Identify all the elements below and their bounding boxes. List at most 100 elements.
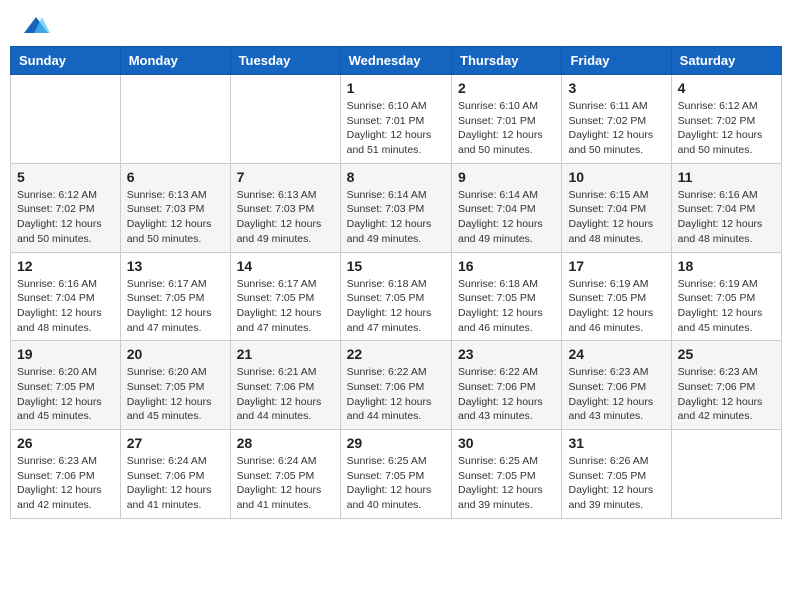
day-info: Sunrise: 6:20 AM Sunset: 7:05 PM Dayligh… xyxy=(127,365,224,424)
day-number: 28 xyxy=(237,435,334,451)
day-info: Sunrise: 6:20 AM Sunset: 7:05 PM Dayligh… xyxy=(17,365,114,424)
day-number: 31 xyxy=(568,435,664,451)
day-info: Sunrise: 6:15 AM Sunset: 7:04 PM Dayligh… xyxy=(568,188,664,247)
calendar-cell xyxy=(671,430,781,519)
calendar-cell: 16 Sunrise: 6:18 AM Sunset: 7:05 PM Dayli… xyxy=(452,252,562,341)
calendar-header-saturday: Saturday xyxy=(671,47,781,75)
day-info: Sunrise: 6:14 AM Sunset: 7:04 PM Dayligh… xyxy=(458,188,555,247)
day-info: Sunrise: 6:10 AM Sunset: 7:01 PM Dayligh… xyxy=(458,99,555,158)
calendar-cell: 10 Sunrise: 6:15 AM Sunset: 7:04 PM Dayli… xyxy=(562,163,671,252)
calendar-cell: 30 Sunrise: 6:25 AM Sunset: 7:05 PM Dayli… xyxy=(452,430,562,519)
day-info: Sunrise: 6:12 AM Sunset: 7:02 PM Dayligh… xyxy=(17,188,114,247)
calendar-cell: 13 Sunrise: 6:17 AM Sunset: 7:05 PM Dayli… xyxy=(120,252,230,341)
day-number: 5 xyxy=(17,169,114,185)
day-info: Sunrise: 6:10 AM Sunset: 7:01 PM Dayligh… xyxy=(347,99,445,158)
logo xyxy=(20,15,52,31)
day-number: 26 xyxy=(17,435,114,451)
day-number: 10 xyxy=(568,169,664,185)
day-number: 3 xyxy=(568,80,664,96)
calendar-cell: 18 Sunrise: 6:19 AM Sunset: 7:05 PM Dayli… xyxy=(671,252,781,341)
day-number: 24 xyxy=(568,346,664,362)
day-number: 8 xyxy=(347,169,445,185)
calendar-week-3: 19 Sunrise: 6:20 AM Sunset: 7:05 PM Dayli… xyxy=(11,341,782,430)
day-number: 11 xyxy=(678,169,775,185)
calendar-cell: 19 Sunrise: 6:20 AM Sunset: 7:05 PM Dayli… xyxy=(11,341,121,430)
day-info: Sunrise: 6:24 AM Sunset: 7:05 PM Dayligh… xyxy=(237,454,334,513)
day-number: 6 xyxy=(127,169,224,185)
day-info: Sunrise: 6:13 AM Sunset: 7:03 PM Dayligh… xyxy=(237,188,334,247)
day-number: 19 xyxy=(17,346,114,362)
calendar-cell: 14 Sunrise: 6:17 AM Sunset: 7:05 PM Dayli… xyxy=(230,252,340,341)
day-info: Sunrise: 6:23 AM Sunset: 7:06 PM Dayligh… xyxy=(678,365,775,424)
day-info: Sunrise: 6:18 AM Sunset: 7:05 PM Dayligh… xyxy=(458,277,555,336)
day-info: Sunrise: 6:17 AM Sunset: 7:05 PM Dayligh… xyxy=(127,277,224,336)
calendar-cell: 23 Sunrise: 6:22 AM Sunset: 7:06 PM Dayli… xyxy=(452,341,562,430)
day-number: 30 xyxy=(458,435,555,451)
day-number: 4 xyxy=(678,80,775,96)
calendar-cell: 2Sunrise: 6:10 AM Sunset: 7:01 PM Daylig… xyxy=(452,75,562,164)
calendar-header-thursday: Thursday xyxy=(452,47,562,75)
day-info: Sunrise: 6:26 AM Sunset: 7:05 PM Dayligh… xyxy=(568,454,664,513)
day-info: Sunrise: 6:25 AM Sunset: 7:05 PM Dayligh… xyxy=(347,454,445,513)
calendar-cell: 27Sunrise: 6:24 AM Sunset: 7:06 PM Dayli… xyxy=(120,430,230,519)
calendar-cell: 15Sunrise: 6:18 AM Sunset: 7:05 PM Dayli… xyxy=(340,252,451,341)
day-info: Sunrise: 6:25 AM Sunset: 7:05 PM Dayligh… xyxy=(458,454,555,513)
calendar-cell: 21 Sunrise: 6:21 AM Sunset: 7:06 PM Dayli… xyxy=(230,341,340,430)
calendar-cell: 28 Sunrise: 6:24 AM Sunset: 7:05 PM Dayli… xyxy=(230,430,340,519)
calendar-cell: 25 Sunrise: 6:23 AM Sunset: 7:06 PM Dayli… xyxy=(671,341,781,430)
calendar-cell: 20 Sunrise: 6:20 AM Sunset: 7:05 PM Dayli… xyxy=(120,341,230,430)
day-info: Sunrise: 6:19 AM Sunset: 7:05 PM Dayligh… xyxy=(568,277,664,336)
day-number: 21 xyxy=(237,346,334,362)
day-number: 25 xyxy=(678,346,775,362)
day-number: 20 xyxy=(127,346,224,362)
day-number: 7 xyxy=(237,169,334,185)
day-number: 18 xyxy=(678,258,775,274)
day-info: Sunrise: 6:22 AM Sunset: 7:06 PM Dayligh… xyxy=(458,365,555,424)
calendar-header-row: SundayMondayTuesdayWednesdayThursdayFrid… xyxy=(11,47,782,75)
day-info: Sunrise: 6:23 AM Sunset: 7:06 PM Dayligh… xyxy=(568,365,664,424)
calendar-header-wednesday: Wednesday xyxy=(340,47,451,75)
calendar-cell xyxy=(11,75,121,164)
calendar-cell: 8Sunrise: 6:14 AM Sunset: 7:03 PM Daylig… xyxy=(340,163,451,252)
calendar-cell: 4 Sunrise: 6:12 AM Sunset: 7:02 PM Daylig… xyxy=(671,75,781,164)
calendar-cell: 6 Sunrise: 6:13 AM Sunset: 7:03 PM Daylig… xyxy=(120,163,230,252)
calendar-week-0: 1 Sunrise: 6:10 AM Sunset: 7:01 PM Daylig… xyxy=(11,75,782,164)
calendar-header-tuesday: Tuesday xyxy=(230,47,340,75)
page-header xyxy=(10,10,782,36)
day-info: Sunrise: 6:19 AM Sunset: 7:05 PM Dayligh… xyxy=(678,277,775,336)
day-info: Sunrise: 6:12 AM Sunset: 7:02 PM Dayligh… xyxy=(678,99,775,158)
calendar-cell xyxy=(120,75,230,164)
calendar-cell: 12 Sunrise: 6:16 AM Sunset: 7:04 PM Dayli… xyxy=(11,252,121,341)
calendar-cell: 31 Sunrise: 6:26 AM Sunset: 7:05 PM Dayli… xyxy=(562,430,671,519)
day-info: Sunrise: 6:16 AM Sunset: 7:04 PM Dayligh… xyxy=(17,277,114,336)
day-info: Sunrise: 6:17 AM Sunset: 7:05 PM Dayligh… xyxy=(237,277,334,336)
day-number: 12 xyxy=(17,258,114,274)
day-number: 17 xyxy=(568,258,664,274)
calendar-cell: 29 Sunrise: 6:25 AM Sunset: 7:05 PM Dayli… xyxy=(340,430,451,519)
logo-icon xyxy=(22,15,50,37)
calendar-cell: 17 Sunrise: 6:19 AM Sunset: 7:05 PM Dayli… xyxy=(562,252,671,341)
day-info: Sunrise: 6:13 AM Sunset: 7:03 PM Dayligh… xyxy=(127,188,224,247)
day-number: 22 xyxy=(347,346,445,362)
day-info: Sunrise: 6:22 AM Sunset: 7:06 PM Dayligh… xyxy=(347,365,445,424)
day-number: 1 xyxy=(347,80,445,96)
day-number: 27 xyxy=(127,435,224,451)
calendar-week-2: 12 Sunrise: 6:16 AM Sunset: 7:04 PM Dayli… xyxy=(11,252,782,341)
calendar-cell: 3Sunrise: 6:11 AM Sunset: 7:02 PM Daylig… xyxy=(562,75,671,164)
day-info: Sunrise: 6:16 AM Sunset: 7:04 PM Dayligh… xyxy=(678,188,775,247)
day-number: 29 xyxy=(347,435,445,451)
day-number: 23 xyxy=(458,346,555,362)
calendar-table: SundayMondayTuesdayWednesdayThursdayFrid… xyxy=(10,46,782,519)
day-info: Sunrise: 6:23 AM Sunset: 7:06 PM Dayligh… xyxy=(17,454,114,513)
day-number: 13 xyxy=(127,258,224,274)
day-number: 14 xyxy=(237,258,334,274)
calendar-header-sunday: Sunday xyxy=(11,47,121,75)
day-number: 9 xyxy=(458,169,555,185)
calendar-cell: 11 Sunrise: 6:16 AM Sunset: 7:04 PM Dayli… xyxy=(671,163,781,252)
calendar-cell xyxy=(230,75,340,164)
day-info: Sunrise: 6:21 AM Sunset: 7:06 PM Dayligh… xyxy=(237,365,334,424)
calendar-cell: 22 Sunrise: 6:22 AM Sunset: 7:06 PM Dayli… xyxy=(340,341,451,430)
calendar-week-4: 26 Sunrise: 6:23 AM Sunset: 7:06 PM Dayli… xyxy=(11,430,782,519)
calendar-cell: 5 Sunrise: 6:12 AM Sunset: 7:02 PM Daylig… xyxy=(11,163,121,252)
day-number: 16 xyxy=(458,258,555,274)
